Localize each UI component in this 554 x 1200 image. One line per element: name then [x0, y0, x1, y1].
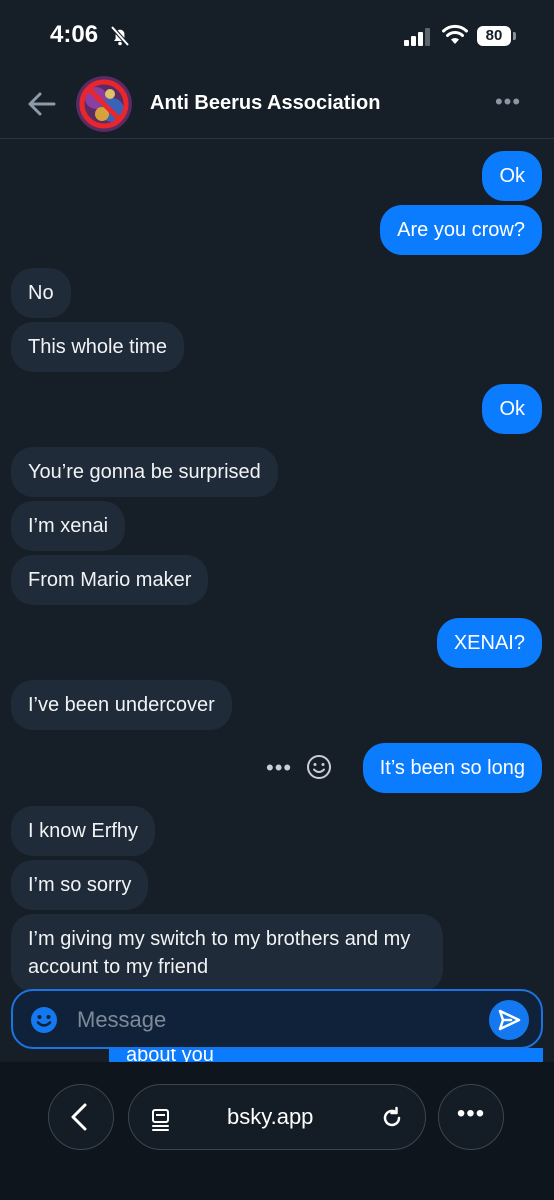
signal-icon [404, 28, 432, 51]
message-bubble-received: I’ve been undercover [11, 680, 232, 730]
message-bubble-received: You’re gonna be surprised [11, 447, 278, 497]
message-bubble-received: No [11, 268, 71, 318]
browser-menu-button[interactable]: ••• [438, 1084, 504, 1150]
message-options-button[interactable]: ••• [266, 755, 292, 781]
status-time: 4:06 [50, 21, 99, 48]
address-bar[interactable]: bsky.app [128, 1084, 426, 1150]
message-bubble-received: I’m so sorry [11, 860, 149, 910]
ellipsis-icon: ••• [456, 1100, 486, 1127]
browser-toolbar: bsky.app ••• [0, 1062, 554, 1200]
wifi-icon [442, 24, 468, 51]
emoji-icon[interactable] [29, 1005, 59, 1040]
send-button[interactable] [489, 1000, 529, 1040]
message-bubble-sent: XENAI? [436, 618, 542, 668]
arrow-left-icon [28, 92, 56, 116]
chat-title: Anti Beerus Association [150, 92, 381, 114]
message-input[interactable] [75, 1003, 479, 1037]
message-bubble-received: I’m xenai [11, 501, 126, 551]
message-composer [11, 989, 543, 1049]
emoji-icon[interactable] [306, 754, 332, 785]
chat-header: Anti Beerus Association ••• [0, 70, 554, 139]
message-bubble-received: I know Erfhy [11, 806, 156, 856]
message-bubble-received: From Mario maker [11, 555, 209, 605]
back-button[interactable] [24, 88, 60, 120]
chevron-left-icon [71, 1103, 87, 1131]
browser-back-button[interactable] [48, 1084, 114, 1150]
reload-icon[interactable] [379, 1105, 405, 1136]
avatar[interactable] [76, 76, 132, 132]
message-bubble-received: I’m giving my switch to my brothers and … [11, 914, 443, 992]
url-text: bsky.app [227, 1104, 314, 1129]
message-bubble-sent[interactable]: It’s been so long [362, 743, 542, 793]
status-bar: 4:06 80 [0, 0, 554, 70]
send-icon [498, 1009, 521, 1031]
battery-icon: 80 [477, 26, 511, 46]
message-bubble-sent: Are you crow? [380, 205, 542, 255]
more-options-button[interactable]: ••• [492, 89, 524, 116]
battery-tip [513, 32, 516, 40]
reader-icon[interactable] [149, 1107, 173, 1136]
message-bubble-sent: Ok [482, 384, 542, 434]
message-bubble-sent: Ok [482, 151, 542, 201]
ellipsis-icon: ••• [494, 89, 522, 114]
bell-muted-icon [108, 24, 132, 53]
message-bubble-received: This whole time [11, 322, 184, 372]
